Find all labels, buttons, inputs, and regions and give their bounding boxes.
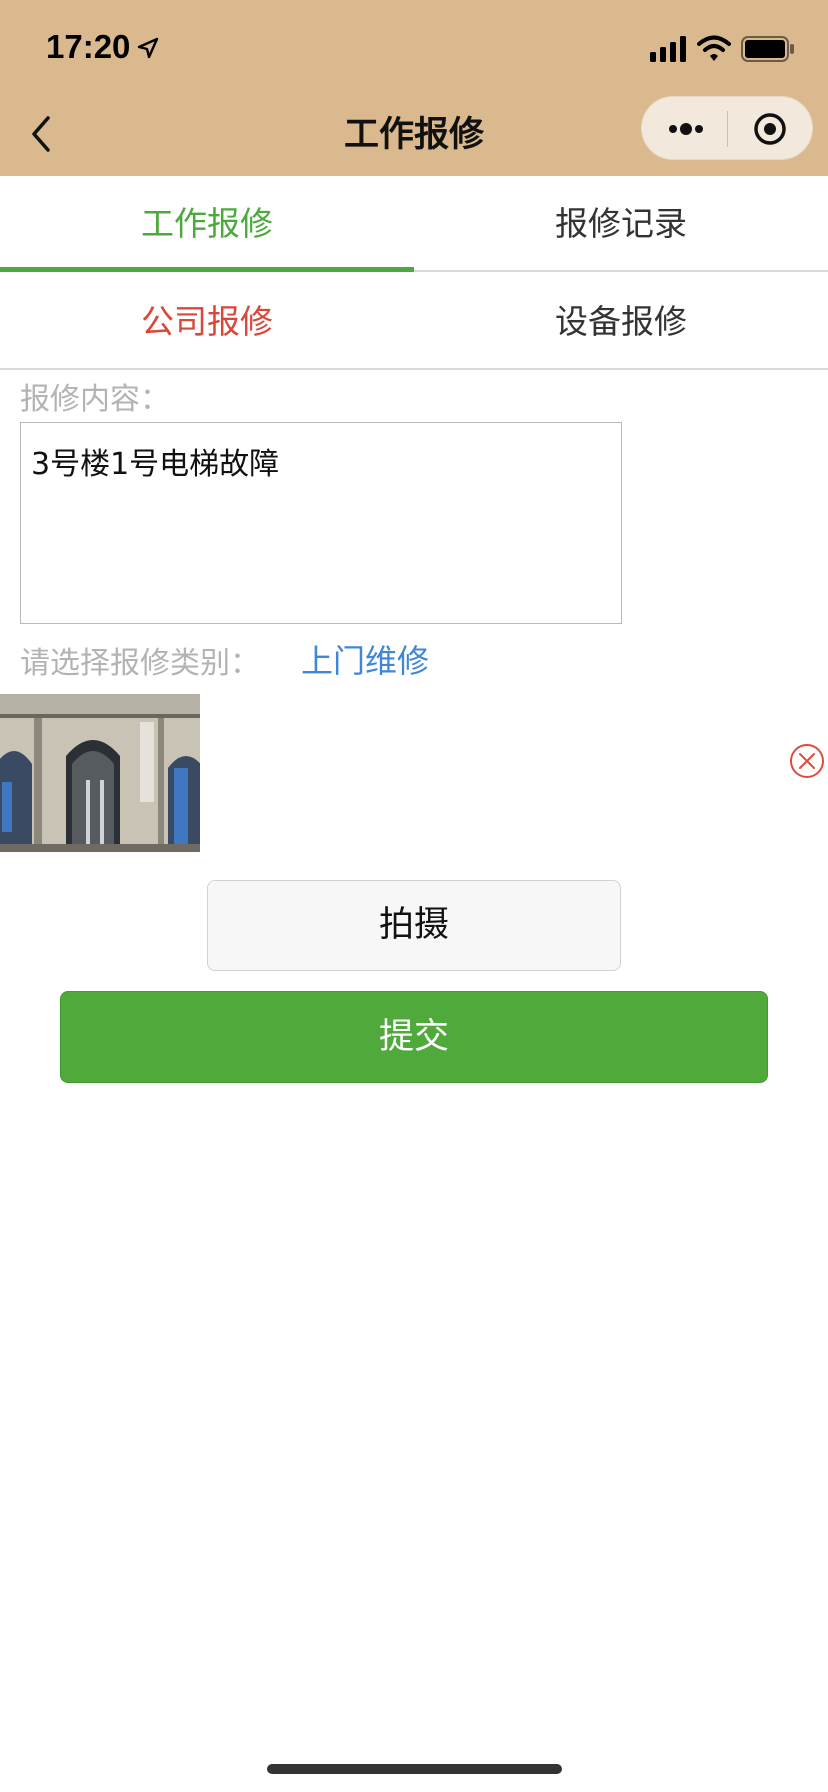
tab-company-repair[interactable]: 公司报修	[0, 274, 414, 370]
status-time: 17:20	[46, 28, 131, 65]
nav-bar: 工作报修	[0, 92, 828, 176]
sub-tabs: 公司报修 设备报修	[0, 274, 828, 370]
location-arrow-icon	[137, 37, 159, 59]
mini-program-capsule	[641, 96, 813, 160]
wifi-icon	[697, 35, 731, 61]
main-tabs: 工作报修 报修记录	[0, 176, 828, 272]
cellular-signal-icon	[650, 36, 686, 62]
home-indicator	[267, 1764, 562, 1774]
active-tab-indicator	[0, 267, 414, 272]
tab-work-repair[interactable]: 工作报修	[0, 176, 414, 272]
shoot-button[interactable]: 拍摄	[207, 880, 621, 971]
category-picker[interactable]: 上门维修	[301, 636, 429, 682]
status-bar: 17:20	[0, 0, 828, 92]
photo-thumbnail[interactable]	[0, 694, 200, 852]
repair-content-input[interactable]: 3号楼1号电梯故障	[20, 422, 622, 624]
tab-equipment-repair[interactable]: 设备报修	[414, 274, 828, 370]
tab-repair-records[interactable]: 报修记录	[414, 176, 828, 272]
more-icon[interactable]	[666, 115, 706, 143]
remove-icon[interactable]	[789, 743, 825, 779]
capsule-divider	[727, 111, 728, 147]
category-label: 请选择报修类别：	[20, 646, 260, 681]
building-photo-image	[0, 694, 200, 852]
submit-button[interactable]: 提交	[60, 991, 768, 1083]
battery-icon	[741, 36, 794, 62]
target-icon[interactable]	[752, 111, 788, 147]
content-label: 报修内容：	[20, 382, 170, 417]
